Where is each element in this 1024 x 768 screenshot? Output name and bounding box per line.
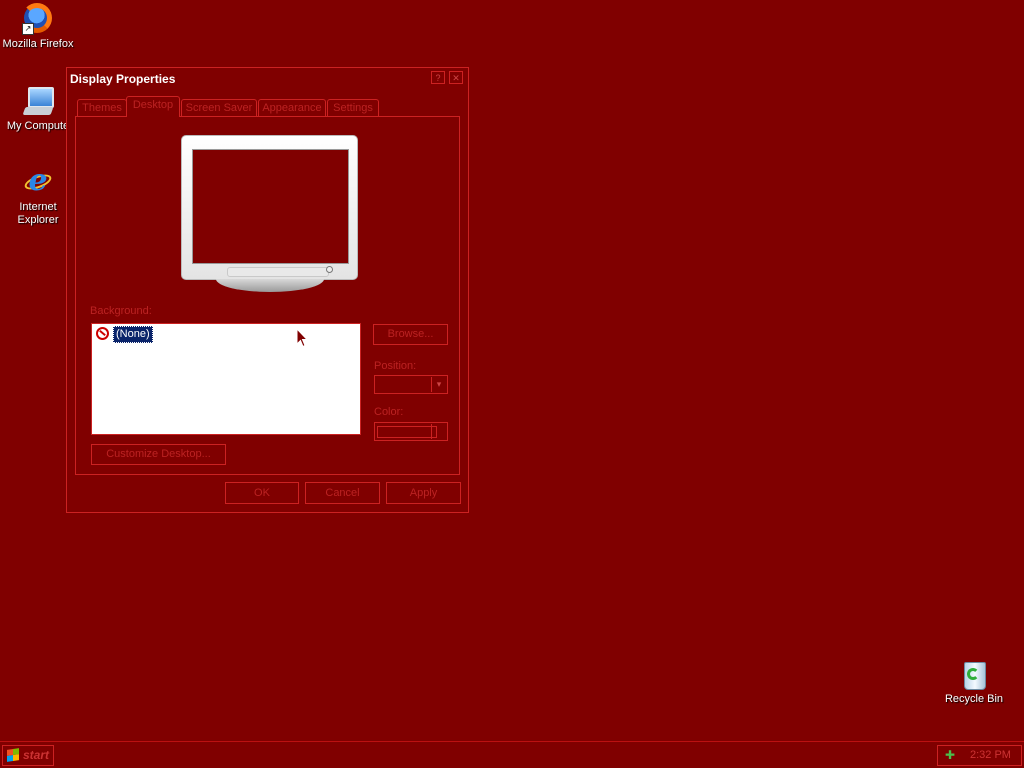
- color-label: Color:: [374, 406, 404, 418]
- desktop-icon-recycle-bin[interactable]: Recycle Bin: [936, 658, 1012, 706]
- desktop-icon-label: My Compute: [6, 120, 70, 132]
- desktop-icon-label: Recycle Bin: [944, 693, 1004, 705]
- tab-settings[interactable]: Settings: [327, 99, 379, 116]
- internet-explorer-icon: e: [22, 166, 54, 198]
- tab-screen-saver[interactable]: Screen Saver: [181, 99, 257, 116]
- color-picker[interactable]: ▾: [374, 422, 448, 441]
- chevron-down-icon: ▾: [431, 424, 446, 439]
- chevron-down-icon: ▾: [431, 377, 446, 392]
- position-select[interactable]: ▾: [374, 375, 448, 394]
- cancel-button[interactable]: Cancel: [305, 482, 380, 504]
- title-bar[interactable]: Display Properties ? ✕: [67, 68, 468, 90]
- help-button[interactable]: ?: [431, 71, 445, 84]
- tab-appearance[interactable]: Appearance: [258, 99, 326, 116]
- background-listbox[interactable]: (None): [91, 323, 361, 435]
- close-button[interactable]: ✕: [449, 71, 463, 84]
- desktop-icon-label: Internet Explorer: [17, 201, 59, 226]
- position-label: Position:: [374, 360, 417, 372]
- recycle-bin-icon: [958, 658, 990, 690]
- monitor-preview: [181, 135, 358, 280]
- desktop-icon-internet-explorer[interactable]: e Internet Explorer: [0, 166, 76, 227]
- none-icon: [96, 327, 109, 340]
- preview-screen: [192, 149, 349, 264]
- dialog-title: Display Properties: [70, 72, 176, 86]
- start-button[interactable]: start: [2, 745, 54, 766]
- clock[interactable]: 2:32 PM: [970, 749, 1011, 761]
- start-label: start: [23, 748, 50, 762]
- desktop-icon-firefox[interactable]: ↗ Mozilla Firefox: [0, 3, 76, 51]
- tab-themes[interactable]: Themes: [77, 99, 127, 116]
- system-tray: ✚ 2:32 PM: [937, 745, 1022, 766]
- monitor-stand: [216, 279, 324, 292]
- my-computer-icon: [22, 85, 54, 117]
- desktop-tab-panel: Background: (None) Browse... Position: ▾…: [75, 116, 460, 475]
- desktop-icon-my-computer[interactable]: My Compute: [0, 85, 76, 133]
- display-properties-dialog: Display Properties ? ✕ Themes Desktop Sc…: [66, 67, 469, 513]
- ok-button[interactable]: OK: [225, 482, 299, 504]
- customize-desktop-button[interactable]: Customize Desktop...: [91, 444, 226, 465]
- apply-button[interactable]: Apply: [386, 482, 461, 504]
- network-icon[interactable]: ✚: [945, 749, 957, 761]
- list-item-label: (None): [113, 326, 153, 343]
- windows-logo-icon: [7, 748, 19, 762]
- taskbar: start ✚ 2:32 PM: [0, 741, 1024, 768]
- browse-button[interactable]: Browse...: [373, 324, 448, 345]
- background-label: Background:: [90, 305, 152, 317]
- tab-desktop[interactable]: Desktop: [126, 96, 180, 117]
- color-swatch: [377, 426, 437, 438]
- firefox-icon: ↗: [22, 3, 54, 35]
- mouse-cursor-icon: [296, 328, 308, 348]
- desktop-icon-label: Mozilla Firefox: [2, 38, 74, 50]
